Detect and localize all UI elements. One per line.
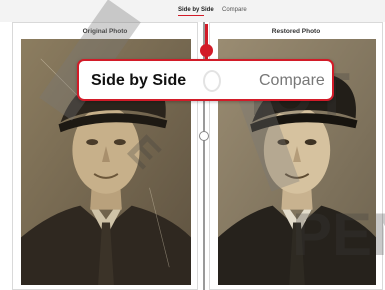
- callout-tab-side-by-side[interactable]: Side by Side: [91, 72, 186, 90]
- callout-pointer-dot: [200, 44, 213, 57]
- callout-tab-compare[interactable]: Compare: [259, 72, 325, 90]
- restored-photo-label: Restored Photo: [271, 28, 321, 35]
- toggle-separator: [203, 70, 221, 92]
- tab-compare[interactable]: Compare: [222, 7, 247, 13]
- active-tab-indicator: [178, 15, 204, 16]
- view-mode-bar: Side by Side Compare: [0, 0, 385, 22]
- original-photo-label: Original Photo: [82, 28, 128, 35]
- tab-zoom-callout: Side by Side Compare: [77, 59, 334, 101]
- divider-handle[interactable]: [199, 131, 209, 141]
- tab-side-by-side[interactable]: Side by Side: [178, 7, 214, 13]
